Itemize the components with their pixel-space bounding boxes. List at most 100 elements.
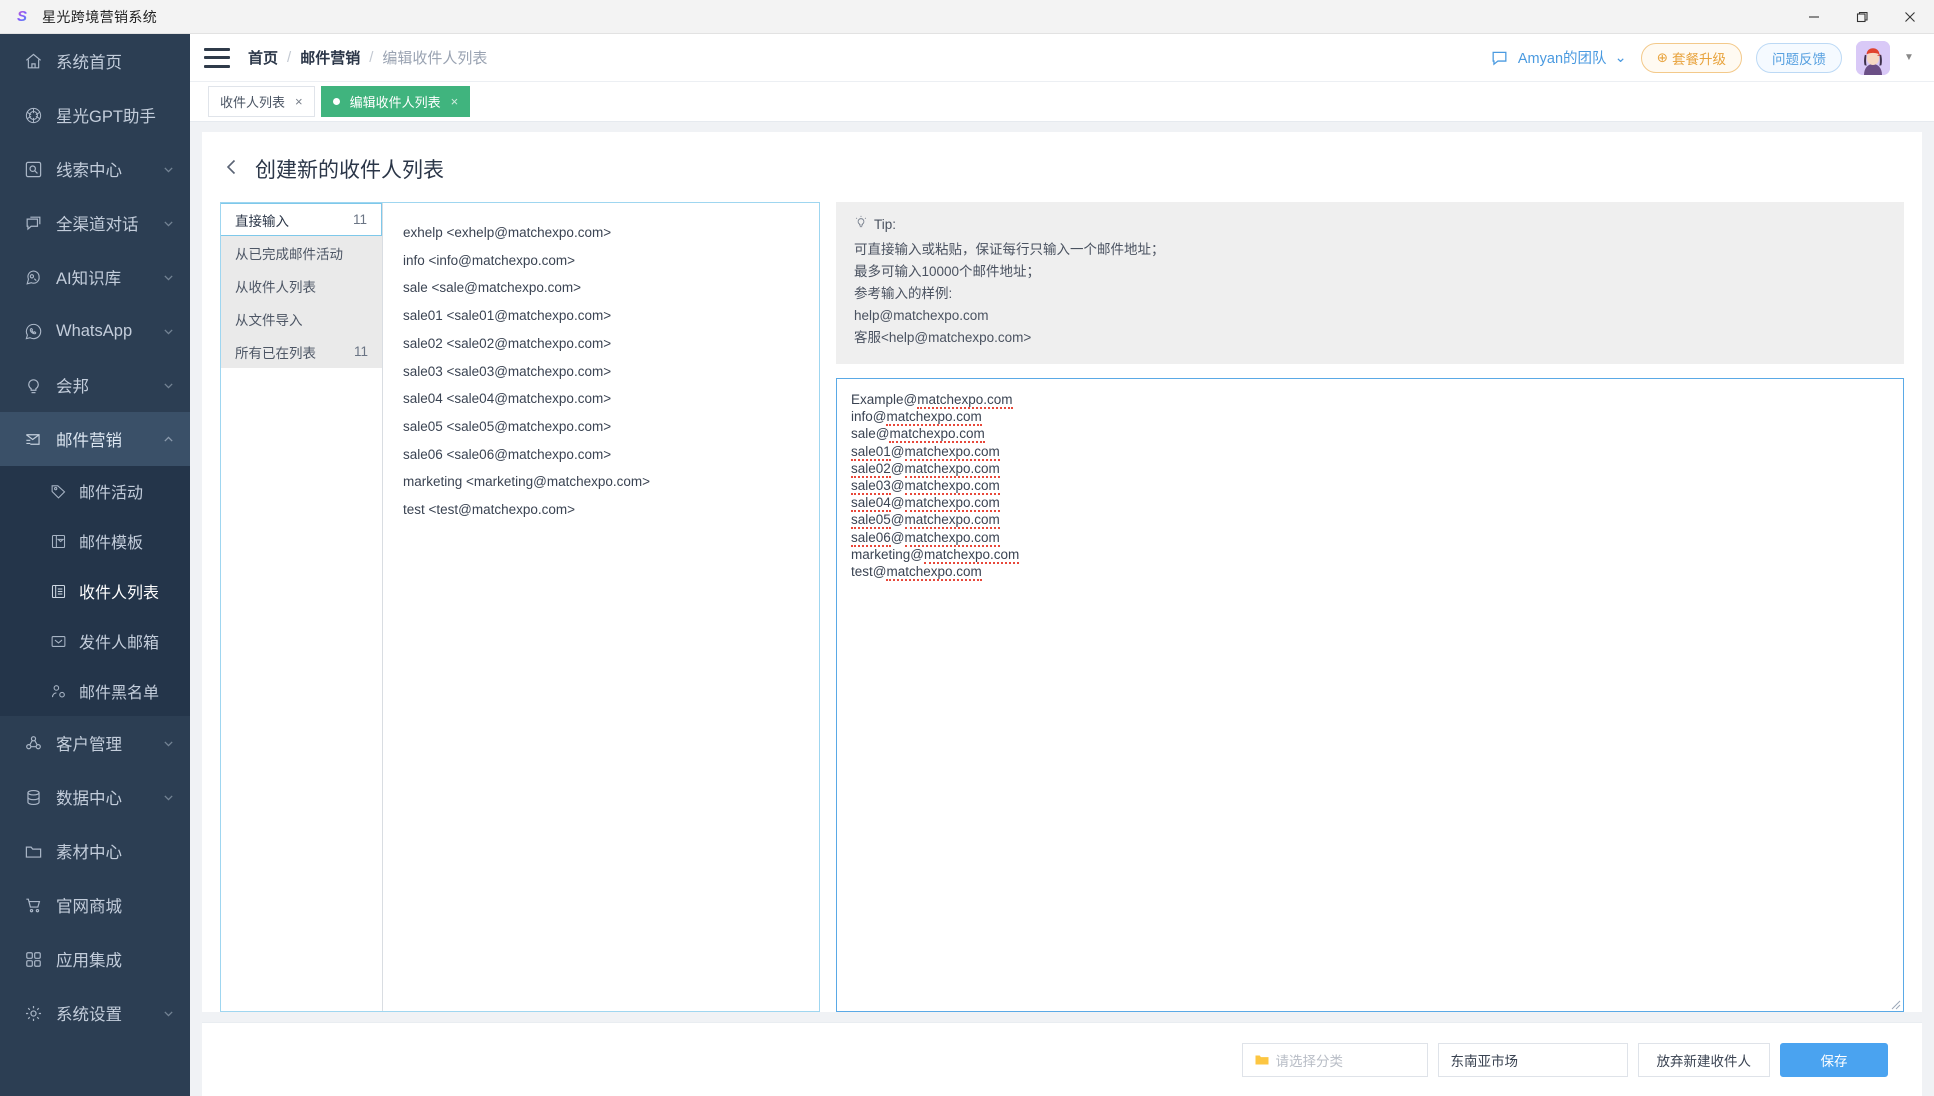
upgrade-plan-button[interactable]: ⊕ 套餐升级: [1640, 42, 1742, 73]
envelope-icon: [48, 631, 68, 651]
window-title: 星光跨境营销系统: [42, 8, 158, 25]
sidebar-item-home[interactable]: 系统首页: [0, 34, 190, 88]
sidebar-item-customers[interactable]: 客户管理: [0, 716, 190, 770]
sidebar-subitem-label: 发件人邮箱: [79, 635, 160, 652]
plus-circle-icon: ⊕: [1656, 49, 1668, 65]
grid-icon: [22, 948, 44, 970]
sidebar-item-assets[interactable]: 素材中心: [0, 824, 190, 878]
sidebar-item-whatsapp[interactable]: WhatsApp: [0, 304, 190, 358]
tab-label: 编辑收件人列表: [349, 95, 441, 110]
gpt-icon: [22, 104, 44, 126]
header-actions: Amyan的团队 ⌄ ⊕ 套餐升级 问题反馈 ▼: [1490, 40, 1916, 75]
folder-icon: [22, 840, 44, 862]
save-button[interactable]: 保存: [1780, 1042, 1888, 1077]
window-titlebar: S 星光跨境营销系统: [0, 0, 1934, 34]
sidebar-subitem-label: 收件人列表: [79, 585, 160, 602]
feedback-button[interactable]: 问题反馈: [1756, 42, 1842, 73]
email-marketing-submenu: 邮件活动 邮件模板 收件人列表 发件人邮箱 邮件黑名单: [0, 466, 190, 716]
sidebar-item-email-marketing[interactable]: 邮件营销: [0, 412, 190, 466]
source-option-all-in-list[interactable]: 所有已在列表 11: [221, 335, 382, 368]
sidebar-item-settings[interactable]: 系统设置: [0, 986, 190, 1040]
source-picker: 直接输入 11 从已完成邮件活动 从收件人列表 从文件导入 所有已在列表 11: [221, 203, 383, 1011]
close-button[interactable]: [1886, 0, 1934, 34]
cart-icon: [22, 894, 44, 916]
chevron-left-icon[interactable]: [224, 158, 239, 180]
sidebar-item-label: 客户管理: [56, 736, 122, 754]
chevron-down-icon: [162, 791, 174, 803]
tip-line: 可直接输入或粘贴，保证每行只输入一个邮件地址；: [854, 241, 1165, 257]
window-controls: [1790, 0, 1934, 34]
sidebar-subitem-campaigns[interactable]: 邮件活动: [0, 466, 190, 516]
sidebar-item-label: 星光GPT助手: [56, 108, 156, 126]
avatar[interactable]: [1856, 40, 1890, 75]
chat-icon: [22, 212, 44, 234]
textarea-line: sale01@matchexpo.com: [851, 443, 1000, 461]
source-option-from-recipient-list[interactable]: 从收件人列表: [221, 269, 382, 302]
textarea-line: Example@matchexpo.com: [851, 392, 1013, 409]
active-dot-icon: [332, 98, 340, 105]
category-select[interactable]: 请选择分类: [1241, 1042, 1428, 1077]
mail-marketing-icon: [22, 428, 44, 450]
tab-recipient-lists[interactable]: 收件人列表 ×: [208, 86, 315, 117]
close-icon[interactable]: ×: [295, 94, 303, 109]
email-address-textarea[interactable]: Example@matchexpo.com info@matchexpo.com…: [836, 378, 1904, 1012]
hamburger-icon[interactable]: [204, 47, 230, 68]
maximize-button[interactable]: [1838, 0, 1886, 34]
sidebar-item-omnichannel[interactable]: 全渠道对话: [0, 196, 190, 250]
sidebar-subitem-label: 邮件模板: [79, 535, 144, 552]
list-item: sale05 <sale05@matchexpo.com>: [403, 418, 612, 434]
lead-icon: [22, 158, 44, 180]
textarea-line: sale04@matchexpo.com: [851, 495, 1000, 513]
parsed-email-list: exhelp <exhelp@matchexpo.com> info <info…: [383, 203, 819, 1011]
avatar-dropdown-caret[interactable]: ▼: [1904, 52, 1916, 63]
sidebar-subitem-templates[interactable]: 邮件模板: [0, 516, 190, 566]
chevron-down-icon: [162, 163, 174, 175]
ai-brain-icon: [22, 266, 44, 288]
breadcrumb-item-home[interactable]: 首页: [248, 47, 278, 68]
sidebar-item-label: WhatsApp: [56, 321, 133, 340]
breadcrumb-item-email-marketing[interactable]: 邮件营销: [300, 47, 360, 68]
source-option-from-campaign[interactable]: 从已完成邮件活动: [221, 236, 382, 269]
sidebar-subitem-blacklist[interactable]: 邮件黑名单: [0, 666, 190, 716]
sidebar-subitem-recipient-lists[interactable]: 收件人列表: [0, 566, 190, 616]
textarea-line: sale06@matchexpo.com: [851, 529, 1000, 547]
list-item: marketing <marketing@matchexpo.com>: [403, 474, 651, 490]
close-icon[interactable]: ×: [451, 94, 459, 109]
list-item: exhelp <exhelp@matchexpo.com>: [403, 225, 612, 240]
minimize-button[interactable]: [1790, 0, 1838, 34]
source-option-label: 从收件人列表: [235, 279, 316, 295]
sidebar-subitem-sender-mailbox[interactable]: 发件人邮箱: [0, 616, 190, 666]
sidebar-item-leads[interactable]: 线索中心: [0, 142, 190, 196]
tip-header: Tip:: [854, 215, 1886, 234]
sidebar-item-data-center[interactable]: 数据中心: [0, 770, 190, 824]
chevron-down-icon: [162, 737, 174, 749]
sidebar: 系统首页 星光GPT助手 线索中心 全渠道对话 AI知识库 WhatsApp 会…: [0, 34, 190, 1096]
team-switcher[interactable]: Amyan的团队 ⌄: [1490, 47, 1627, 68]
source-option-from-file[interactable]: 从文件导入: [221, 302, 382, 335]
source-option-direct-input[interactable]: 直接输入 11: [221, 203, 382, 236]
chevron-down-icon: ⌄: [1614, 49, 1627, 66]
tab-edit-recipient-list[interactable]: 编辑收件人列表 ×: [320, 86, 471, 117]
resize-grip-icon[interactable]: [1889, 997, 1901, 1010]
sidebar-item-label: 全渠道对话: [56, 216, 139, 234]
chat-bubble-icon: [1490, 48, 1510, 68]
tab-label: 收件人列表: [220, 95, 286, 110]
sidebar-item-gpt[interactable]: 星光GPT助手: [0, 88, 190, 142]
source-option-count: 11: [353, 344, 368, 359]
action-bar: 请选择分类 东南亚市场 放弃新建收件人 保存: [202, 1022, 1922, 1096]
sidebar-item-app-integration[interactable]: 应用集成: [0, 932, 190, 986]
textarea-line: sale02@matchexpo.com: [851, 460, 1000, 478]
list-item: sale01 <sale01@matchexpo.com>: [403, 308, 612, 324]
sidebar-item-shop[interactable]: 官网商城: [0, 878, 190, 932]
template-icon: [48, 531, 68, 551]
sidebar-item-huibang[interactable]: 会邦: [0, 358, 190, 412]
list-name-input[interactable]: 东南亚市场: [1437, 1042, 1628, 1077]
cancel-button[interactable]: 放弃新建收件人: [1637, 1042, 1770, 1077]
chevron-down-icon: [162, 325, 174, 337]
list-item: sale03 <sale03@matchexpo.com>: [403, 363, 612, 379]
sidebar-item-ai-kb[interactable]: AI知识库: [0, 250, 190, 304]
tip-line: help@matchexpo.com: [854, 307, 989, 323]
customers-icon: [22, 732, 44, 754]
tag-icon: [48, 481, 68, 501]
main-region: 首页 / 邮件营销 / 编辑收件人列表 Amyan的团队 ⌄ ⊕ 套餐升级 问题…: [190, 34, 1934, 1096]
